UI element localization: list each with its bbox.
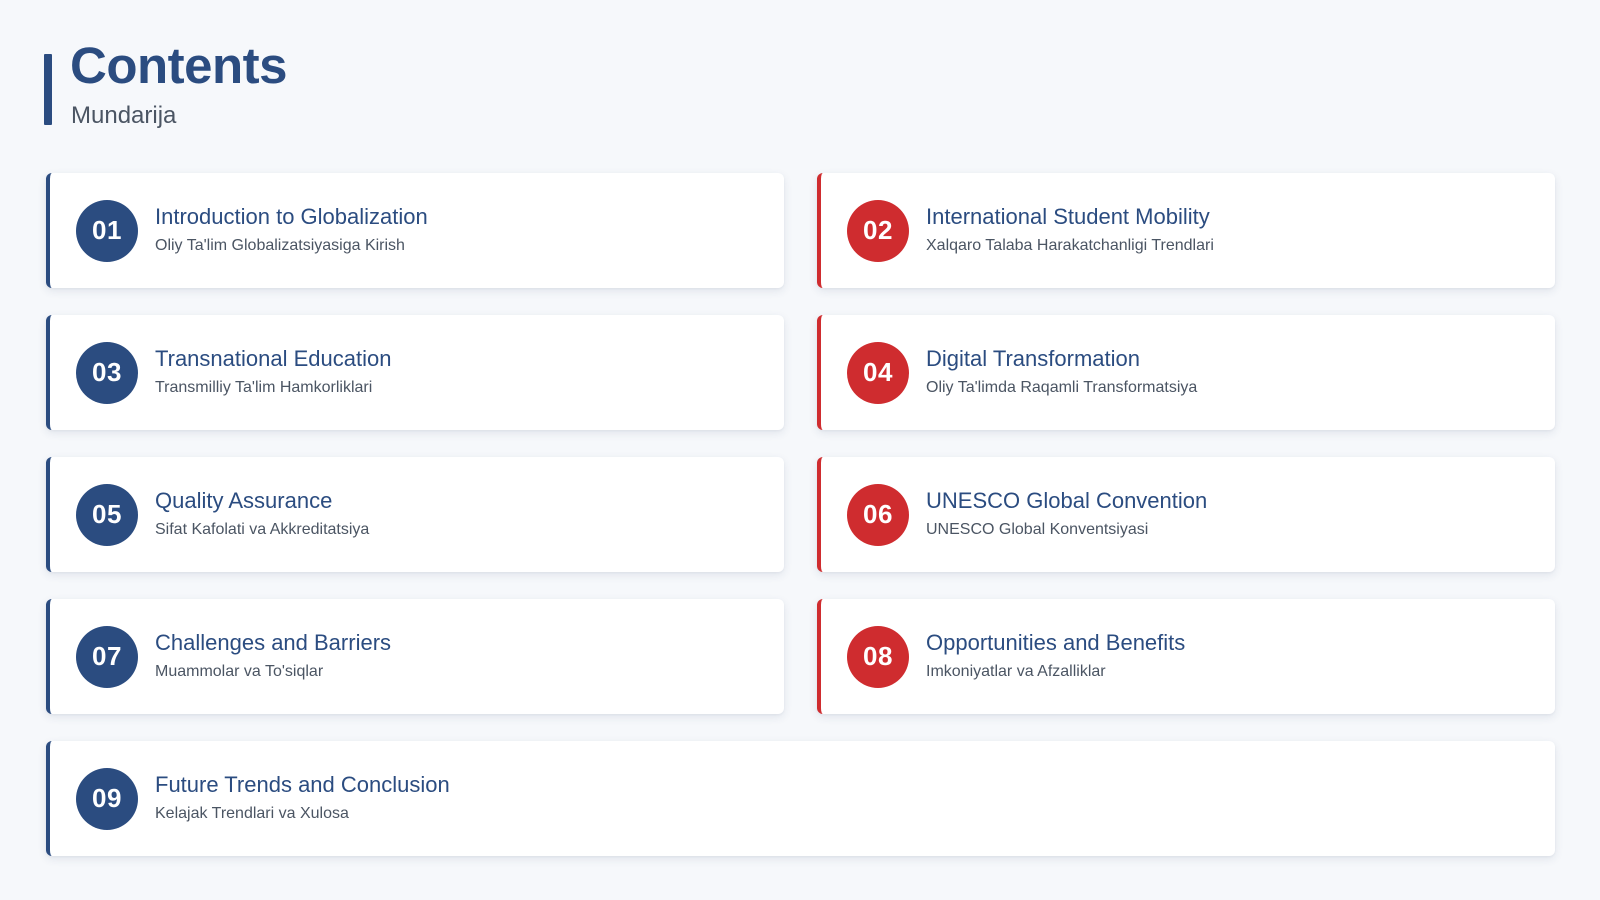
- item-text: Future Trends and Conclusion Kelajak Tre…: [155, 771, 450, 824]
- item-number-badge: 07: [76, 625, 138, 688]
- item-subtitle: Imkoniyatlar va Afzalliklar: [926, 662, 1106, 680]
- contents-item-02[interactable]: 02 International Student Mobility Xalqar…: [817, 173, 1555, 288]
- page-header: Contents Mundarija: [44, 36, 287, 134]
- contents-item-07[interactable]: 07 Challenges and Barriers Muammolar va …: [46, 599, 784, 714]
- item-number-badge: 08: [847, 625, 909, 688]
- item-title: Opportunities and Benefits: [926, 629, 1186, 655]
- item-number-badge: 09: [76, 767, 138, 830]
- item-number-badge: 03: [76, 341, 138, 404]
- item-title: Challenges and Barriers: [155, 629, 392, 655]
- item-title: Introduction to Globalization: [155, 203, 428, 229]
- item-text: Transnational Education Transmilliy Ta'l…: [155, 345, 391, 398]
- item-text: Introduction to Globalization Oliy Ta'li…: [155, 203, 428, 256]
- contents-item-03[interactable]: 03 Transnational Education Transmilliy T…: [46, 315, 784, 430]
- item-subtitle: Transmilliy Ta'lim Hamkorliklari: [155, 378, 373, 396]
- item-subtitle: Kelajak Trendlari va Xulosa: [155, 804, 349, 822]
- item-title: UNESCO Global Convention: [926, 487, 1208, 513]
- contents-item-04[interactable]: 04 Digital Transformation Oliy Ta'limda …: [817, 315, 1555, 430]
- item-title: Digital Transformation: [926, 345, 1140, 371]
- item-subtitle: Sifat Kafolati va Akkreditatsiya: [155, 520, 370, 538]
- contents-grid: 01 Introduction to Globalization Oliy Ta…: [46, 173, 1555, 856]
- page-subtitle: Mundarija: [71, 102, 177, 129]
- item-title: International Student Mobility: [926, 203, 1210, 229]
- header-accent-bar: [44, 54, 52, 125]
- item-subtitle: UNESCO Global Konventsiyasi: [926, 520, 1149, 538]
- item-text: Digital Transformation Oliy Ta'limda Raq…: [926, 345, 1197, 398]
- item-text: Challenges and Barriers Muammolar va To'…: [155, 629, 391, 682]
- item-subtitle: Oliy Ta'lim Globalizatsiyasiga Kirish: [155, 236, 405, 254]
- item-text: UNESCO Global Convention UNESCO Global K…: [926, 487, 1207, 540]
- item-title: Quality Assurance: [155, 487, 333, 513]
- item-text: Quality Assurance Sifat Kafolati va Akkr…: [155, 487, 369, 540]
- item-title: Transnational Education: [155, 345, 392, 371]
- contents-item-09[interactable]: 09 Future Trends and Conclusion Kelajak …: [46, 741, 1555, 856]
- contents-item-01[interactable]: 01 Introduction to Globalization Oliy Ta…: [46, 173, 784, 288]
- page-title: Contents: [70, 37, 287, 94]
- item-number-badge: 05: [76, 483, 138, 546]
- item-subtitle: Oliy Ta'limda Raqamli Transformatsiya: [926, 378, 1198, 396]
- item-subtitle: Xalqaro Talaba Harakatchanligi Trendlari: [926, 236, 1214, 254]
- contents-item-08[interactable]: 08 Opportunities and Benefits Imkoniyatl…: [817, 599, 1555, 714]
- item-number-badge: 06: [847, 483, 909, 546]
- item-text: Opportunities and Benefits Imkoniyatlar …: [926, 629, 1185, 682]
- item-text: International Student Mobility Xalqaro T…: [926, 203, 1214, 256]
- item-number-badge: 02: [847, 199, 909, 262]
- item-subtitle: Muammolar va To'siqlar: [155, 662, 324, 680]
- contents-item-06[interactable]: 06 UNESCO Global Convention UNESCO Globa…: [817, 457, 1555, 572]
- item-number-badge: 01: [76, 199, 138, 262]
- item-title: Future Trends and Conclusion: [155, 771, 450, 797]
- item-number-badge: 04: [847, 341, 909, 404]
- contents-item-05[interactable]: 05 Quality Assurance Sifat Kafolati va A…: [46, 457, 784, 572]
